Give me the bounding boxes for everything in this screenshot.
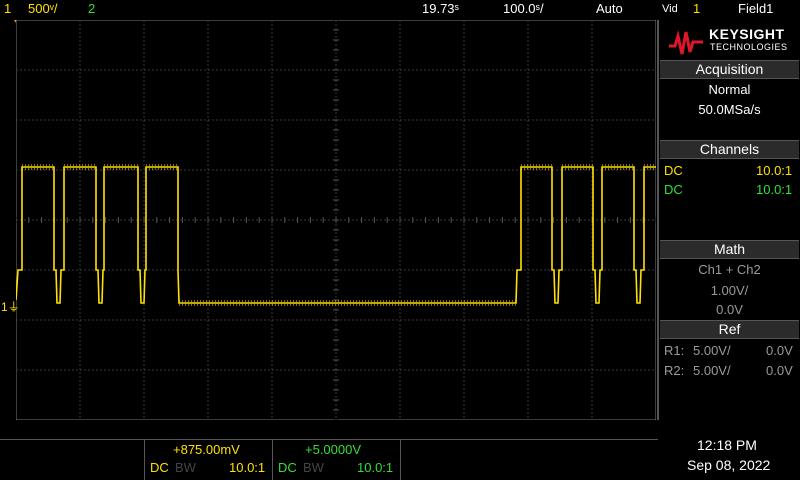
channel1-coupling: DC bbox=[664, 163, 683, 178]
trigger-source[interactable]: 1 bbox=[693, 1, 700, 16]
channel1-probe: 10.0:1 bbox=[756, 163, 793, 178]
channels-title[interactable]: Channels bbox=[660, 140, 799, 159]
ch1-label[interactable]: 1 bbox=[4, 1, 11, 16]
ref2-scale: 5.00V/ bbox=[693, 363, 731, 378]
acquisition-rate: 50.0MSa/s bbox=[698, 102, 761, 117]
waveform-graticule[interactable] bbox=[16, 20, 656, 420]
bottom-divider bbox=[0, 439, 658, 440]
math-title[interactable]: Math bbox=[660, 240, 799, 259]
clock-time: 12:18 PM bbox=[697, 437, 757, 453]
bottom-divider-mid bbox=[272, 439, 273, 480]
ch1-coupling: DC bbox=[150, 460, 169, 475]
ch2-coupling: DC bbox=[278, 460, 297, 475]
time-scale[interactable]: 100.0ˢ/ bbox=[503, 1, 544, 16]
channel2-coupling: DC bbox=[664, 182, 683, 197]
math-expression: Ch1 + Ch2 bbox=[698, 262, 761, 277]
ref2-offset: 0.0V bbox=[766, 363, 793, 378]
panel-divider bbox=[657, 20, 659, 420]
ch2-probe: 10.0:1 bbox=[357, 460, 394, 475]
ch2-label[interactable]: 2 bbox=[88, 1, 95, 16]
bottom-status-bar: +875.00mV +5.0000V DC BW 10.0:1 DC BW 10… bbox=[0, 422, 800, 480]
ref1-offset: 0.0V bbox=[766, 343, 793, 358]
trigger-type: Vid bbox=[662, 3, 678, 15]
ref2-label: R2: bbox=[664, 363, 685, 378]
math-offset: 0.0V bbox=[716, 302, 743, 317]
ch1-ground-marker[interactable]: 1⏚ bbox=[1, 298, 20, 315]
time-position[interactable]: 19.73ˢ bbox=[422, 1, 459, 16]
trigger-field[interactable]: Field1 bbox=[738, 1, 773, 16]
ch2-offset[interactable]: +5.0000V bbox=[305, 442, 361, 457]
channel2-probe: 10.0:1 bbox=[756, 182, 793, 197]
ch2-bw-limit: BW bbox=[303, 460, 324, 475]
ref-title[interactable]: Ref bbox=[660, 320, 799, 339]
ch1-vertical-scale[interactable]: 500ᵛ/ bbox=[28, 1, 57, 16]
ch1-offset[interactable]: +875.00mV bbox=[173, 442, 240, 457]
keysight-wave-icon bbox=[669, 30, 703, 55]
brand-name: KEYSIGHT bbox=[709, 26, 785, 42]
clock-date: Sep 08, 2022 bbox=[687, 457, 771, 473]
brand-logo: KEYSIGHT TECHNOLOGIES bbox=[660, 20, 800, 60]
ch1-probe: 10.0:1 bbox=[229, 460, 266, 475]
bottom-divider-right bbox=[400, 439, 401, 480]
acquisition-mode: Normal bbox=[708, 82, 751, 97]
trigger-mode[interactable]: Auto bbox=[596, 1, 623, 16]
bottom-divider-left bbox=[144, 439, 145, 480]
ref1-scale: 5.00V/ bbox=[693, 343, 731, 358]
math-scale: 1.00V/ bbox=[710, 283, 749, 298]
ch1-bw-limit: BW bbox=[175, 460, 196, 475]
acquisition-title[interactable]: Acquisition bbox=[660, 60, 799, 79]
brand-subtitle: TECHNOLOGIES bbox=[710, 42, 788, 52]
ref1-label: R1: bbox=[664, 343, 685, 358]
